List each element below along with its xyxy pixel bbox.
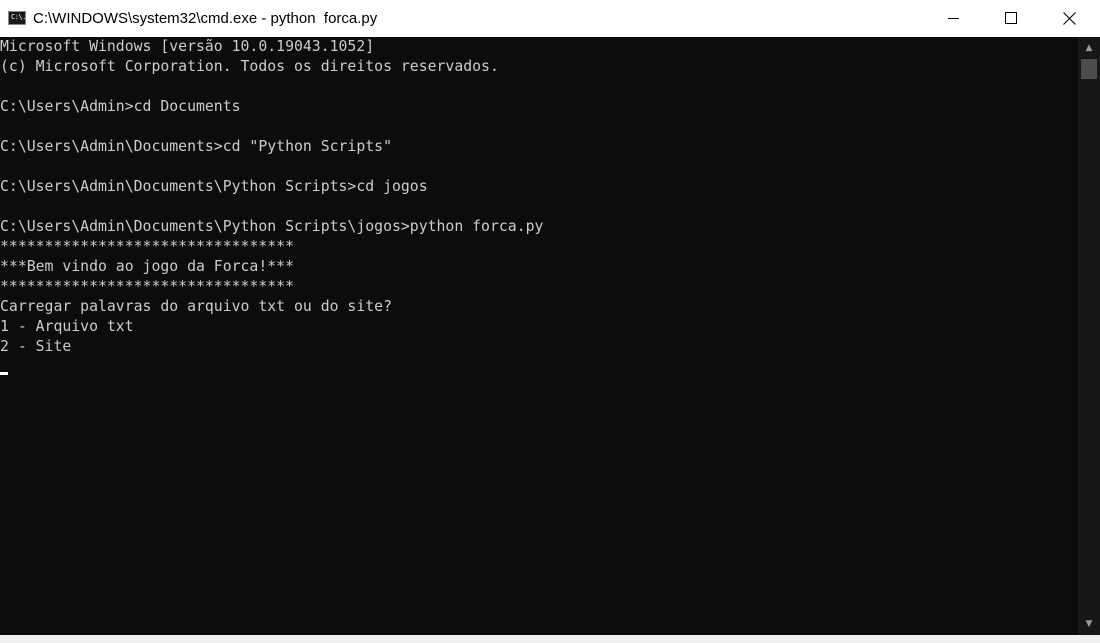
console-line: 2 - Site bbox=[0, 338, 72, 355]
console-line: C:\Users\Admin>cd Documents bbox=[0, 98, 241, 115]
cmd-icon[interactable]: C:\. bbox=[8, 11, 26, 25]
console-line: Microsoft Windows [versão 10.0.19043.105… bbox=[0, 38, 375, 55]
console-line: Carregar palavras do arquivo txt ou do s… bbox=[0, 298, 392, 315]
window-title: C:\WINDOWS\system32\cmd.exe - python for… bbox=[33, 10, 378, 27]
console-line: (c) Microsoft Corporation. Todos os dire… bbox=[0, 58, 499, 75]
window-bottom-edge bbox=[0, 635, 1100, 643]
close-button[interactable] bbox=[1041, 0, 1099, 37]
console-line: 1 - Arquivo txt bbox=[0, 318, 134, 335]
console-line: C:\Users\Admin\Documents\Python Scripts\… bbox=[0, 218, 544, 235]
close-icon bbox=[1063, 12, 1076, 25]
console-line: ***Bem vindo ao jogo da Forca!*** bbox=[0, 258, 294, 275]
maximize-icon bbox=[1005, 12, 1017, 24]
scroll-up-icon[interactable]: ▲ bbox=[1078, 39, 1100, 57]
console-line: ********************************* bbox=[0, 238, 294, 255]
console-output[interactable]: Microsoft Windows [versão 10.0.19043.105… bbox=[0, 37, 1078, 635]
console-line: C:\Users\Admin\Documents\Python Scripts>… bbox=[0, 178, 428, 195]
minimize-button[interactable] bbox=[925, 0, 983, 37]
console-line: C:\Users\Admin\Documents>cd "Python Scri… bbox=[0, 138, 392, 155]
minimize-icon bbox=[948, 18, 959, 19]
scrollbar-thumb[interactable] bbox=[1081, 59, 1097, 79]
vertical-scrollbar[interactable]: ▲ ▼ bbox=[1078, 37, 1100, 635]
maximize-button[interactable] bbox=[983, 0, 1041, 37]
title-bar[interactable]: C:\. C:\WINDOWS\system32\cmd.exe - pytho… bbox=[0, 0, 1100, 37]
cmd-window: C:\. C:\WINDOWS\system32\cmd.exe - pytho… bbox=[0, 0, 1100, 643]
scroll-down-icon[interactable]: ▼ bbox=[1078, 615, 1100, 633]
console-line: ********************************* bbox=[0, 278, 294, 295]
cmd-icon-label: C:\. bbox=[11, 13, 26, 21]
text-cursor bbox=[0, 372, 8, 375]
